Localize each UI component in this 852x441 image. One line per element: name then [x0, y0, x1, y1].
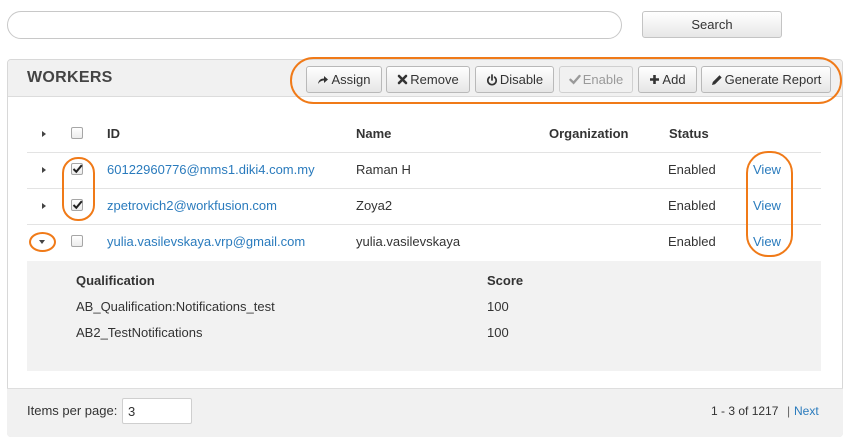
remove-label: Remove	[410, 72, 459, 87]
panel-header: WORKERS Assign Remove Disable Enable Add…	[8, 60, 842, 97]
share-arrow-icon	[318, 76, 329, 84]
enable-label: Enable	[582, 72, 624, 87]
select-all-checkbox[interactable]	[71, 127, 83, 139]
worker-name: Zoya2	[356, 198, 393, 213]
worker-id-link[interactable]: yulia.vasilevskaya.vrp@gmail.com	[107, 234, 305, 249]
row-checkbox[interactable]	[71, 235, 83, 247]
column-header-id[interactable]: ID	[107, 126, 120, 141]
add-button[interactable]: Add	[638, 66, 697, 93]
qualification-name: AB_Qualification:Notifications_test	[76, 299, 275, 314]
detail-header-qualification: Qualification	[76, 273, 155, 288]
column-header-name[interactable]: Name	[356, 126, 391, 141]
column-header-organization[interactable]: Organization	[549, 126, 628, 141]
worker-status: Enabled	[668, 198, 716, 213]
items-per-page-input[interactable]	[122, 398, 192, 424]
items-per-page-label: Items per page:	[27, 403, 118, 418]
search-input[interactable]	[7, 11, 622, 39]
qualification-details: Qualification Score AB_Qualification:Not…	[27, 261, 821, 371]
search-button[interactable]: Search	[642, 11, 782, 38]
pagination-separator: |	[787, 404, 791, 418]
assign-label: Assign	[331, 72, 371, 87]
caret-right-icon[interactable]	[42, 167, 46, 173]
disable-button[interactable]: Disable	[475, 66, 554, 93]
plus-icon	[650, 75, 660, 84]
row-divider	[27, 224, 821, 225]
detail-header-score: Score	[487, 273, 524, 288]
disable-label: Disable	[499, 72, 544, 87]
row-divider	[27, 152, 821, 153]
qualification-score: 100	[487, 299, 509, 314]
power-icon	[486, 73, 497, 85]
worker-name: yulia.vasilevskaya	[356, 234, 461, 249]
enable-button[interactable]: Enable	[559, 66, 633, 93]
generate-report-button[interactable]: Generate Report	[701, 66, 831, 93]
view-link[interactable]: View	[753, 198, 781, 213]
row-divider	[27, 188, 821, 189]
pagination-range: 1 - 3 of 1217	[711, 404, 779, 418]
row-checkbox[interactable]	[71, 199, 83, 211]
checkmark-icon	[72, 200, 83, 210]
checkmark-icon	[569, 74, 581, 85]
pencil-icon	[711, 74, 722, 85]
add-label: Add	[662, 72, 686, 87]
caret-right-icon[interactable]	[42, 131, 46, 137]
report-label: Generate Report	[724, 72, 822, 87]
view-link[interactable]: View	[753, 162, 781, 177]
worker-name: Raman H	[356, 162, 411, 177]
qualification-name: AB2_TestNotifications	[76, 325, 203, 340]
worker-id-link[interactable]: zpetrovich2@workfusion.com	[107, 198, 277, 213]
worker-status: Enabled	[668, 162, 716, 177]
worker-status: Enabled	[668, 234, 716, 249]
checkmark-icon	[72, 164, 83, 174]
worker-id-link[interactable]: 60122960776@mms1.diki4.com.my	[107, 162, 315, 177]
caret-right-icon[interactable]	[42, 203, 46, 209]
caret-down-icon[interactable]	[39, 240, 45, 244]
row-checkbox[interactable]	[71, 163, 83, 175]
column-header-status[interactable]: Status	[669, 126, 709, 141]
assign-button[interactable]: Assign	[306, 66, 382, 93]
qualification-score: 100	[487, 325, 509, 340]
x-icon	[397, 74, 408, 85]
view-link[interactable]: View	[753, 234, 781, 249]
panel-title: WORKERS	[27, 69, 113, 86]
next-page-link[interactable]: Next	[794, 404, 819, 418]
remove-button[interactable]: Remove	[386, 66, 470, 93]
